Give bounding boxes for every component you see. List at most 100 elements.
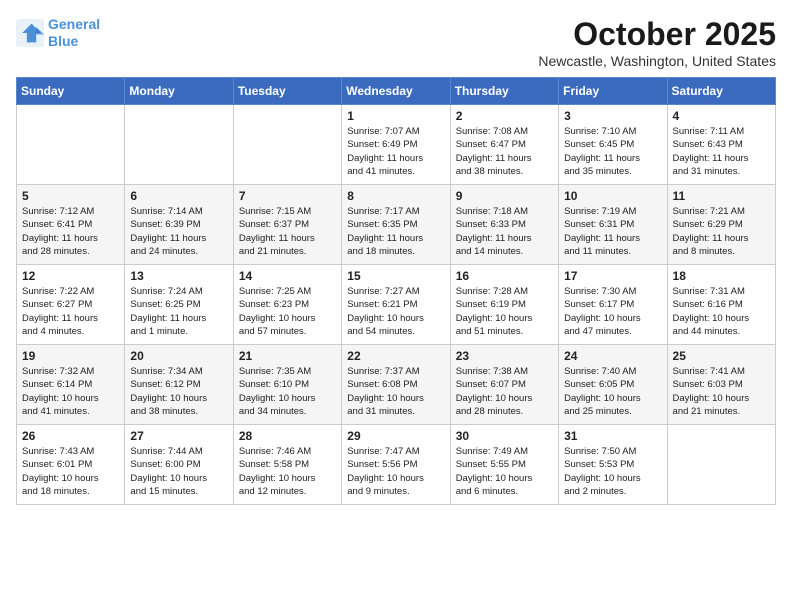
day-number: 10 (564, 189, 661, 203)
calendar-cell (667, 425, 775, 505)
day-number: 5 (22, 189, 119, 203)
weekday-header-wednesday: Wednesday (342, 78, 450, 105)
day-number: 7 (239, 189, 336, 203)
weekday-header-tuesday: Tuesday (233, 78, 341, 105)
day-number: 23 (456, 349, 553, 363)
week-row-3: 12Sunrise: 7:22 AM Sunset: 6:27 PM Dayli… (17, 265, 776, 345)
day-number: 1 (347, 109, 444, 123)
calendar-cell: 23 Sunrise: 7:38 AM Sunset: 6:07 PM Dayli… (450, 345, 558, 425)
calendar-cell: 6 Sunrise: 7:14 AM Sunset: 6:39 PM Daylig… (125, 185, 233, 265)
day-number: 17 (564, 269, 661, 283)
day-info: Sunrise: 7:40 AM Sunset: 6:05 PM Dayligh… (564, 365, 661, 418)
logo-icon (16, 19, 44, 47)
week-row-1: 1 Sunrise: 7:07 AM Sunset: 6:49 PM Daylig… (17, 105, 776, 185)
title-area: October 2025 Newcastle, Washington, Unit… (538, 16, 776, 69)
calendar-table: SundayMondayTuesdayWednesdayThursdayFrid… (16, 77, 776, 505)
day-number: 14 (239, 269, 336, 283)
day-info: Sunrise: 7:14 AM Sunset: 6:39 PM Dayligh… (130, 205, 227, 258)
day-number: 18 (673, 269, 770, 283)
day-info: Sunrise: 7:10 AM Sunset: 6:45 PM Dayligh… (564, 125, 661, 178)
day-number: 22 (347, 349, 444, 363)
calendar-title: October 2025 (538, 16, 776, 53)
day-info: Sunrise: 7:08 AM Sunset: 6:47 PM Dayligh… (456, 125, 553, 178)
calendar-cell: 30 Sunrise: 7:49 AM Sunset: 5:55 PM Dayli… (450, 425, 558, 505)
calendar-cell: 25 Sunrise: 7:41 AM Sunset: 6:03 PM Dayli… (667, 345, 775, 425)
day-info: Sunrise: 7:49 AM Sunset: 5:55 PM Dayligh… (456, 445, 553, 498)
day-info: Sunrise: 7:35 AM Sunset: 6:10 PM Dayligh… (239, 365, 336, 418)
calendar-cell: 19Sunrise: 7:32 AM Sunset: 6:14 PM Dayli… (17, 345, 125, 425)
calendar-cell: 26Sunrise: 7:43 AM Sunset: 6:01 PM Dayli… (17, 425, 125, 505)
calendar-cell: 27 Sunrise: 7:44 AM Sunset: 6:00 PM Dayli… (125, 425, 233, 505)
day-info: Sunrise: 7:34 AM Sunset: 6:12 PM Dayligh… (130, 365, 227, 418)
calendar-cell: 28Sunrise: 7:46 AM Sunset: 5:58 PM Dayli… (233, 425, 341, 505)
day-number: 3 (564, 109, 661, 123)
day-number: 12 (22, 269, 119, 283)
day-info: Sunrise: 7:28 AM Sunset: 6:19 PM Dayligh… (456, 285, 553, 338)
day-info: Sunrise: 7:41 AM Sunset: 6:03 PM Dayligh… (673, 365, 770, 418)
day-number: 20 (130, 349, 227, 363)
calendar-cell (125, 105, 233, 185)
calendar-cell: 22 Sunrise: 7:37 AM Sunset: 6:08 PM Dayli… (342, 345, 450, 425)
calendar-cell: 15 Sunrise: 7:27 AM Sunset: 6:21 PM Dayli… (342, 265, 450, 345)
calendar-cell: 24 Sunrise: 7:40 AM Sunset: 6:05 PM Dayli… (559, 345, 667, 425)
weekday-header-saturday: Saturday (667, 78, 775, 105)
day-info: Sunrise: 7:32 AM Sunset: 6:14 PM Dayligh… (22, 365, 119, 418)
day-number: 6 (130, 189, 227, 203)
day-info: Sunrise: 7:07 AM Sunset: 6:49 PM Dayligh… (347, 125, 444, 178)
week-row-4: 19Sunrise: 7:32 AM Sunset: 6:14 PM Dayli… (17, 345, 776, 425)
calendar-cell: 8 Sunrise: 7:17 AM Sunset: 6:35 PM Daylig… (342, 185, 450, 265)
day-number: 28 (239, 429, 336, 443)
day-info: Sunrise: 7:19 AM Sunset: 6:31 PM Dayligh… (564, 205, 661, 258)
day-info: Sunrise: 7:37 AM Sunset: 6:08 PM Dayligh… (347, 365, 444, 418)
calendar-cell: 9 Sunrise: 7:18 AM Sunset: 6:33 PM Daylig… (450, 185, 558, 265)
day-number: 9 (456, 189, 553, 203)
day-info: Sunrise: 7:24 AM Sunset: 6:25 PM Dayligh… (130, 285, 227, 338)
day-info: Sunrise: 7:17 AM Sunset: 6:35 PM Dayligh… (347, 205, 444, 258)
calendar-cell: 17Sunrise: 7:30 AM Sunset: 6:17 PM Dayli… (559, 265, 667, 345)
calendar-cell: 7 Sunrise: 7:15 AM Sunset: 6:37 PM Daylig… (233, 185, 341, 265)
calendar-cell: 21 Sunrise: 7:35 AM Sunset: 6:10 PM Dayli… (233, 345, 341, 425)
calendar-cell: 10 Sunrise: 7:19 AM Sunset: 6:31 PM Dayli… (559, 185, 667, 265)
calendar-cell: 16Sunrise: 7:28 AM Sunset: 6:19 PM Dayli… (450, 265, 558, 345)
day-info: Sunrise: 7:25 AM Sunset: 6:23 PM Dayligh… (239, 285, 336, 338)
calendar-cell: 18Sunrise: 7:31 AM Sunset: 6:16 PM Dayli… (667, 265, 775, 345)
weekday-header-sunday: Sunday (17, 78, 125, 105)
weekday-header-monday: Monday (125, 78, 233, 105)
day-info: Sunrise: 7:38 AM Sunset: 6:07 PM Dayligh… (456, 365, 553, 418)
day-number: 8 (347, 189, 444, 203)
day-number: 25 (673, 349, 770, 363)
day-number: 2 (456, 109, 553, 123)
calendar-cell: 4Sunrise: 7:11 AM Sunset: 6:43 PM Daylig… (667, 105, 775, 185)
day-info: Sunrise: 7:12 AM Sunset: 6:41 PM Dayligh… (22, 205, 119, 258)
day-number: 27 (130, 429, 227, 443)
logo: General Blue (16, 16, 100, 50)
day-info: Sunrise: 7:21 AM Sunset: 6:29 PM Dayligh… (673, 205, 770, 258)
calendar-cell: 1 Sunrise: 7:07 AM Sunset: 6:49 PM Daylig… (342, 105, 450, 185)
day-info: Sunrise: 7:18 AM Sunset: 6:33 PM Dayligh… (456, 205, 553, 258)
week-row-5: 26Sunrise: 7:43 AM Sunset: 6:01 PM Dayli… (17, 425, 776, 505)
day-number: 24 (564, 349, 661, 363)
weekday-header-row: SundayMondayTuesdayWednesdayThursdayFrid… (17, 78, 776, 105)
day-number: 31 (564, 429, 661, 443)
calendar-cell: 11 Sunrise: 7:21 AM Sunset: 6:29 PM Dayli… (667, 185, 775, 265)
calendar-cell: 2 Sunrise: 7:08 AM Sunset: 6:47 PM Daylig… (450, 105, 558, 185)
calendar-cell (17, 105, 125, 185)
day-number: 13 (130, 269, 227, 283)
day-info: Sunrise: 7:27 AM Sunset: 6:21 PM Dayligh… (347, 285, 444, 338)
day-number: 30 (456, 429, 553, 443)
calendar-cell: 3 Sunrise: 7:10 AM Sunset: 6:45 PM Daylig… (559, 105, 667, 185)
day-number: 11 (673, 189, 770, 203)
day-info: Sunrise: 7:50 AM Sunset: 5:53 PM Dayligh… (564, 445, 661, 498)
weekday-header-thursday: Thursday (450, 78, 558, 105)
day-info: Sunrise: 7:15 AM Sunset: 6:37 PM Dayligh… (239, 205, 336, 258)
calendar-cell: 29Sunrise: 7:47 AM Sunset: 5:56 PM Dayli… (342, 425, 450, 505)
day-number: 21 (239, 349, 336, 363)
day-number: 26 (22, 429, 119, 443)
week-row-2: 5 Sunrise: 7:12 AM Sunset: 6:41 PM Daylig… (17, 185, 776, 265)
day-info: Sunrise: 7:44 AM Sunset: 6:00 PM Dayligh… (130, 445, 227, 498)
weekday-header-friday: Friday (559, 78, 667, 105)
day-number: 4 (673, 109, 770, 123)
calendar-subtitle: Newcastle, Washington, United States (538, 53, 776, 69)
day-number: 15 (347, 269, 444, 283)
calendar-cell: 12Sunrise: 7:22 AM Sunset: 6:27 PM Dayli… (17, 265, 125, 345)
